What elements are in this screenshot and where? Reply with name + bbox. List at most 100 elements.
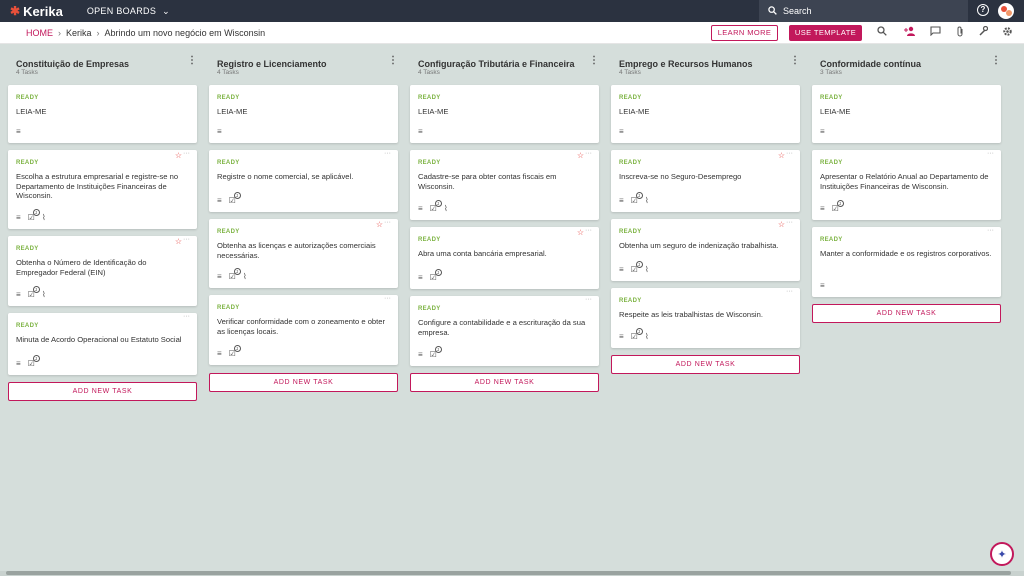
task-card[interactable]: ☆ ··· READY Abra uma conta bancária empr… <box>410 227 599 289</box>
more-vert-icon[interactable]: ⋮ <box>991 56 1001 66</box>
card-icons: ≡ ☑ 1 ⌇ <box>418 200 455 213</box>
add-new-task-button[interactable]: ADD NEW TASK <box>410 373 599 392</box>
task-card[interactable]: ☆ ··· READY Inscreva-se no Seguro-Desemp… <box>611 150 800 212</box>
add-new-task-button[interactable]: ADD NEW TASK <box>611 355 800 374</box>
checklist-icon: ☑ 1 <box>631 261 643 274</box>
column-header[interactable]: Configuração Tributária e Financeira 4 T… <box>410 52 603 78</box>
task-card[interactable]: READY LEIA-ME ≡ <box>812 85 1001 143</box>
assistant-icon[interactable]: ✦ <box>990 542 1014 566</box>
card-title: LEIA-ME <box>619 107 650 116</box>
add-new-task-button[interactable]: ADD NEW TASK <box>209 373 398 392</box>
search-icon[interactable] <box>875 26 889 40</box>
status-badge: READY <box>16 95 39 101</box>
column-header[interactable]: Registro e Licenciamento 4 Tasks ⋮ <box>209 52 402 78</box>
more-horiz-icon[interactable]: ··· <box>183 236 190 243</box>
board-header: HOME › Kerika › Abrindo um novo negócio … <box>0 22 1024 44</box>
checklist-icon: ☑ 1 <box>430 269 442 282</box>
more-horiz-icon[interactable]: ··· <box>384 295 391 302</box>
task-card[interactable]: READY LEIA-ME ≡ <box>611 85 800 143</box>
card-icons: ≡ ☑ 1 <box>217 192 243 205</box>
task-card[interactable]: ☆ ··· READY Obtenha o Número de Identifi… <box>8 236 197 306</box>
tools-icon[interactable] <box>976 25 990 40</box>
checklist-count: 1 <box>635 328 643 335</box>
card-icons: ≡ ☑ 1 <box>217 345 243 358</box>
card-icons: ≡ ☑ 1 ⌇ <box>619 192 656 205</box>
more-horiz-icon[interactable]: ··· <box>987 150 994 157</box>
checklist-icon: ☑ 1 <box>229 192 241 205</box>
search-box[interactable]: Search <box>759 0 968 22</box>
add-person-icon[interactable] <box>903 26 917 40</box>
checklist-count: 1 <box>32 355 40 362</box>
more-horiz-icon[interactable]: ··· <box>786 150 793 157</box>
more-horiz-icon[interactable]: ··· <box>183 313 190 320</box>
task-card[interactable]: READY LEIA-ME ≡ <box>410 85 599 143</box>
more-horiz-icon[interactable]: ··· <box>585 296 592 303</box>
more-horiz-icon[interactable]: ··· <box>585 150 592 157</box>
column-header[interactable]: Emprego e Recursos Humanos 4 Tasks ⋮ <box>611 52 804 78</box>
attachment-icon: ⌇ <box>644 265 649 274</box>
task-card[interactable]: ··· READY Respeite as leis trabalhistas … <box>611 288 800 348</box>
status-badge: READY <box>16 323 39 329</box>
checklist-count: 1 <box>635 192 643 199</box>
card-title: LEIA-ME <box>820 107 851 116</box>
checklist-icon: ☑ 1 <box>28 286 40 299</box>
add-new-task-button[interactable]: ADD NEW TASK <box>812 304 1001 323</box>
help-icon[interactable]: ? <box>977 4 989 16</box>
more-horiz-icon[interactable]: ··· <box>987 227 994 234</box>
description-icon: ≡ <box>217 349 222 358</box>
task-card[interactable]: ··· READY Verificar conformidade com o z… <box>209 295 398 365</box>
task-card[interactable]: ☆ ··· READY Escolha a estrutura empresar… <box>8 150 197 229</box>
use-template-button[interactable]: USE TEMPLATE <box>789 25 862 41</box>
star-icon[interactable]: ☆ <box>778 151 785 160</box>
open-boards-menu[interactable]: OPEN BOARDS ⌄ <box>87 6 170 17</box>
task-card[interactable]: ··· READY Registre o nome comercial, se … <box>209 150 398 212</box>
task-card[interactable]: ☆ ··· READY Obtenha um seguro de indeniz… <box>611 219 800 281</box>
task-card[interactable]: ☆ ··· READY Obtenha as licenças e autori… <box>209 219 398 288</box>
avatar[interactable] <box>998 3 1014 19</box>
star-icon[interactable]: ☆ <box>376 220 383 229</box>
chat-icon[interactable] <box>928 26 942 40</box>
description-icon: ≡ <box>217 272 222 281</box>
horizontal-scrollbar[interactable] <box>6 571 1011 575</box>
more-vert-icon[interactable]: ⋮ <box>388 56 398 66</box>
star-icon[interactable]: ☆ <box>175 151 182 160</box>
more-horiz-icon[interactable]: ··· <box>585 227 592 234</box>
more-horiz-icon[interactable]: ··· <box>786 219 793 226</box>
checklist-icon: ☑ 1 <box>229 345 241 358</box>
more-vert-icon[interactable]: ⋮ <box>790 56 800 66</box>
star-icon[interactable]: ☆ <box>577 151 584 160</box>
more-horiz-icon[interactable]: ··· <box>786 288 793 295</box>
task-card[interactable]: ☆ ··· READY Cadastre-se para obter conta… <box>410 150 599 220</box>
column-header[interactable]: Constituição de Empresas 4 Tasks ⋮ <box>8 52 201 78</box>
more-vert-icon[interactable]: ⋮ <box>187 56 197 66</box>
task-card[interactable]: ··· READY Configure a contabilidade e a … <box>410 296 599 366</box>
more-horiz-icon[interactable]: ··· <box>384 150 391 157</box>
status-badge: READY <box>217 160 240 166</box>
column-header[interactable]: Conformidade contínua 3 Tasks ⋮ <box>812 52 1005 78</box>
breadcrumb-account[interactable]: Kerika <box>66 28 92 38</box>
task-card[interactable]: ··· READY Manter a conformidade e os reg… <box>812 227 1001 297</box>
settings-icon[interactable] <box>1000 26 1014 40</box>
attachment-icon[interactable] <box>953 26 967 40</box>
checklist-count: 1 <box>434 269 442 276</box>
task-card[interactable]: READY LEIA-ME ≡ <box>8 85 197 143</box>
star-icon[interactable]: ☆ <box>778 220 785 229</box>
learn-more-button[interactable]: LEARN MORE <box>711 25 778 41</box>
star-icon[interactable]: ☆ <box>175 237 182 246</box>
attachment-icon: ⌇ <box>644 196 649 205</box>
more-horiz-icon[interactable]: ··· <box>384 219 391 226</box>
task-card[interactable]: READY LEIA-ME ≡ <box>209 85 398 143</box>
breadcrumb-home[interactable]: HOME <box>26 28 53 38</box>
next-column-edge <box>1015 52 1024 78</box>
card-title: Obtenha as licenças e autorizações comer… <box>217 241 376 260</box>
task-card[interactable]: ··· READY Minuta de Acordo Operacional o… <box>8 313 197 375</box>
kerika-logo[interactable]: ✱ Kerika <box>10 4 63 19</box>
add-new-task-button[interactable]: ADD NEW TASK <box>8 382 197 401</box>
status-badge: READY <box>619 95 642 101</box>
task-card[interactable]: ··· READY Apresentar o Relatório Anual a… <box>812 150 1001 220</box>
breadcrumb-board: Abrindo um novo negócio em Wisconsin <box>104 27 266 38</box>
more-horiz-icon[interactable]: ··· <box>183 150 190 157</box>
more-vert-icon[interactable]: ⋮ <box>589 56 599 66</box>
logo-text: Kerika <box>23 3 63 19</box>
star-icon[interactable]: ☆ <box>577 228 584 237</box>
